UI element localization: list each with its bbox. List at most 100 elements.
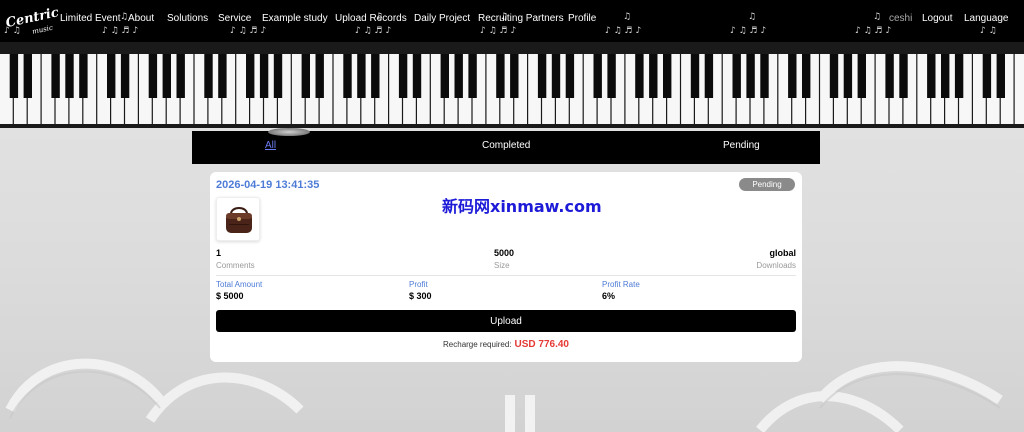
order-date: 2026-04-19 13:41:35 (216, 179, 320, 191)
nav-daily-project[interactable]: Daily Project (414, 13, 470, 24)
downloads-value: global (769, 248, 797, 258)
piano-black-key (899, 54, 908, 98)
piano-black-key (690, 54, 700, 98)
piano-black-key (857, 54, 866, 98)
music-note-icon: ♫ (375, 12, 384, 22)
piano-black-key (412, 54, 422, 98)
piano-black-key (941, 54, 950, 98)
nav-limited-event[interactable]: Limited Event (60, 13, 121, 24)
username-label: ceshi (889, 13, 913, 24)
piano-black-key (663, 54, 672, 98)
recharge-notice: Recharge required: USD 776.40 (210, 339, 802, 350)
piano-black-key (885, 54, 894, 98)
piano-black-key (246, 54, 255, 98)
logout-link[interactable]: Logout (922, 13, 953, 24)
piano-black-key (982, 54, 992, 98)
piano-black-key (204, 54, 213, 98)
svg-text:music: music (31, 24, 53, 36)
handbag-image (226, 207, 252, 233)
piano-black-key (107, 54, 116, 98)
watermark-text: 新码网xinmaw.com (442, 197, 602, 216)
profit-label: Profit (409, 280, 428, 289)
music-note-icon: ♪ ♫ ♬ ♪ (230, 26, 267, 36)
music-note-icon: ♫ (748, 12, 757, 22)
piano-black-key (343, 54, 352, 98)
music-note-icon: ♫ (500, 12, 509, 22)
music-note-icon: ♪ ♫ ♬ ♪ (730, 26, 767, 36)
piano-black-key (65, 54, 74, 98)
piano-black-key (357, 54, 366, 98)
profit-value: $ 300 (409, 291, 432, 301)
upload-button[interactable]: Upload (216, 310, 796, 332)
music-note-icon: ♪ ♫ ♬ ♪ (605, 26, 642, 36)
total-amount-label: Total Amount (216, 280, 263, 289)
music-note-icon: ♪ ♫ ♬ ♪ (855, 26, 892, 36)
music-note-icon: ♪ ♫ (980, 26, 997, 36)
music-note-icon: ♫ (873, 12, 882, 22)
piano-black-key (468, 54, 477, 98)
downloads-label: Downloads (756, 261, 796, 270)
music-note-icon: ♪ ♫ ♬ ♪ (102, 26, 139, 36)
language-selector[interactable]: Language (964, 13, 1009, 24)
music-note-icon: ♪ ♫ ♬ ♪ (480, 26, 517, 36)
piano-black-key (996, 54, 1005, 98)
recharge-amount: USD 776.40 (514, 339, 569, 350)
piano-white-key (1014, 54, 1024, 124)
piano-black-key (273, 54, 283, 98)
piano-black-key (635, 54, 644, 98)
piano-black-key (649, 54, 658, 98)
piano-black-key (440, 54, 449, 98)
nav-recruiting-partners[interactable]: Recruiting Partners (478, 13, 564, 24)
comments-value: 1 (216, 248, 222, 258)
piano-black-key (51, 54, 60, 98)
tab-indicator-knob (268, 128, 310, 136)
piano-keyboard-banner (0, 42, 1024, 128)
piano-keys (0, 54, 1024, 124)
piano-black-key (315, 54, 324, 98)
piano-black-key (788, 54, 797, 98)
piano-black-key (704, 54, 714, 98)
piano-black-key (9, 54, 19, 98)
piano-black-key (802, 54, 811, 98)
piano-black-key (843, 54, 853, 98)
size-value: 5000 (494, 248, 515, 258)
nav-upload-records[interactable]: Upload Records (335, 13, 407, 24)
nav-profile[interactable]: Profile (568, 13, 596, 24)
piano-black-key (607, 54, 616, 98)
top-navbar: Centricity music Limited Event About Sol… (0, 0, 1024, 42)
piano-black-key (148, 54, 158, 98)
piano-black-key (218, 54, 227, 98)
music-note-icon: ♫ (120, 12, 129, 22)
piano-black-key (829, 54, 839, 98)
piano-black-key (593, 54, 602, 98)
recharge-label: Recharge required: (443, 340, 512, 349)
profit-rate-label: Profit Rate (602, 280, 640, 289)
product-thumbnail[interactable] (216, 197, 260, 241)
tab-all[interactable]: All (265, 140, 276, 151)
piano-black-key (746, 54, 755, 98)
piano-black-key (760, 54, 769, 98)
piano-black-key (398, 54, 408, 98)
music-note-icon: ♪ ♫ (4, 26, 21, 36)
nav-service[interactable]: Service (218, 13, 251, 24)
tab-pending[interactable]: Pending (723, 140, 760, 151)
piano-black-key (551, 54, 561, 98)
piano-black-key (510, 54, 519, 98)
size-label: Size (494, 261, 510, 270)
piano-black-key (954, 54, 964, 98)
piano-black-key (259, 54, 269, 98)
piano-black-key (454, 54, 463, 98)
music-note-icon: ♫ (623, 12, 632, 22)
card-divider (216, 275, 796, 276)
piano-black-key (176, 54, 185, 98)
piano-black-key (537, 54, 547, 98)
order-card: 2026-04-19 13:41:35 Pending 新码网xinmaw.co… (210, 172, 802, 362)
piano-black-key (496, 54, 505, 98)
total-amount-value: $ 5000 (216, 291, 244, 301)
piano-black-key (565, 54, 575, 98)
nav-solutions[interactable]: Solutions (167, 13, 208, 24)
tab-completed[interactable]: Completed (482, 140, 530, 151)
nav-example-study[interactable]: Example study (262, 13, 328, 24)
piano-black-key (927, 54, 936, 98)
nav-about[interactable]: About (128, 13, 154, 24)
